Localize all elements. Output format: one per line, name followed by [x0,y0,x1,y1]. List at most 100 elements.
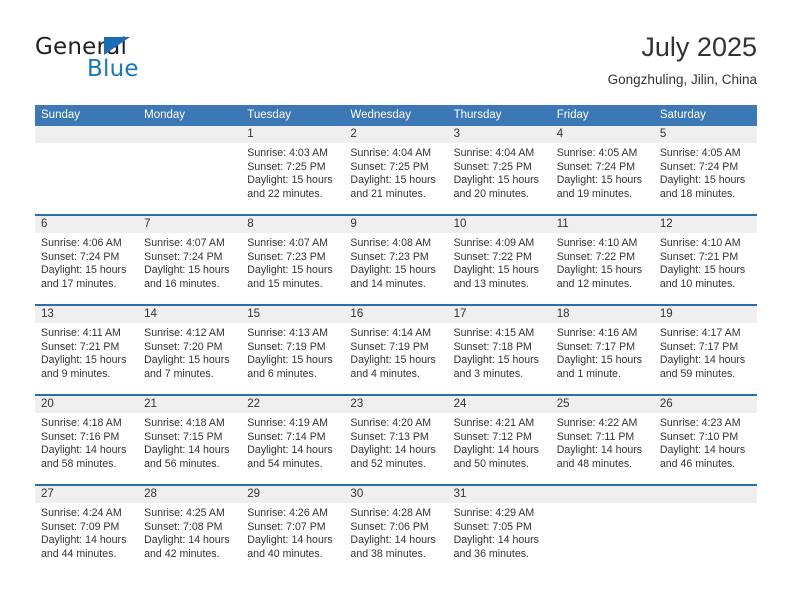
calendar-day-cell-8[interactable]: 8 Sunrise: 4:07 AM Sunset: 7:23 PM Dayli… [241,216,345,304]
calendar-day-cell-15[interactable]: 15 Sunrise: 4:13 AM Sunset: 7:19 PM Dayl… [241,306,345,394]
day-details: Sunrise: 4:15 AM Sunset: 7:18 PM Dayligh… [448,323,551,381]
daylight-text-line2: and 10 minutes. [659,277,736,290]
calendar-day-cell-31[interactable]: 31 Sunrise: 4:29 AM Sunset: 7:05 PM Dayl… [447,486,551,574]
weekday-header-tuesday: Tuesday [247,109,291,121]
day-details: Sunrise: 4:07 AM Sunset: 7:24 PM Dayligh… [138,233,241,291]
calendar-day-cell-3[interactable]: 3 Sunrise: 4:04 AM Sunset: 7:25 PM Dayli… [447,126,551,214]
daylight-text-line2: and 16 minutes. [144,277,220,290]
day-details: Sunrise: 4:29 AM Sunset: 7:05 PM Dayligh… [448,503,551,561]
calendar-day-cell-14[interactable]: 14 Sunrise: 4:12 AM Sunset: 7:20 PM Dayl… [138,306,242,394]
daylight-text-line2: and 52 minutes. [350,457,426,470]
sunrise-text: Sunrise: 4:06 AM [41,237,122,249]
calendar-day-cell-11[interactable]: 11 Sunrise: 4:10 AM Sunset: 7:22 PM Dayl… [550,216,654,304]
daylight-text-line2: and 15 minutes. [247,277,323,290]
day-number [550,486,654,503]
sunset-text: Sunset: 7:25 PM [350,160,429,173]
day-number: 28 [138,486,242,503]
calendar-week-row-3: 13 Sunrise: 4:11 AM Sunset: 7:21 PM Dayl… [35,304,757,394]
calendar-day-cell-20[interactable]: 20 Sunrise: 4:18 AM Sunset: 7:16 PM Dayl… [35,396,139,484]
day-details: Sunrise: 4:16 AM Sunset: 7:17 PM Dayligh… [551,323,654,381]
calendar-day-cell-6[interactable]: 6 Sunrise: 4:06 AM Sunset: 7:24 PM Dayli… [35,216,139,304]
sunset-text: Sunset: 7:24 PM [144,250,223,263]
calendar-day-cell-21[interactable]: 21 Sunrise: 4:18 AM Sunset: 7:15 PM Dayl… [138,396,242,484]
day-details: Sunrise: 4:05 AM Sunset: 7:24 PM Dayligh… [654,143,757,201]
calendar-week-row-1: 1 Sunrise: 4:03 AM Sunset: 7:25 PM Dayli… [35,126,757,214]
brand-triangle-icon [104,37,130,55]
calendar-week-row-4: 20 Sunrise: 4:18 AM Sunset: 7:16 PM Dayl… [35,394,757,484]
calendar-day-cell-17[interactable]: 17 Sunrise: 4:15 AM Sunset: 7:18 PM Dayl… [447,306,551,394]
sunrise-text: Sunrise: 4:18 AM [144,417,225,429]
calendar-day-cell-5[interactable]: 5 Sunrise: 4:05 AM Sunset: 7:24 PM Dayli… [653,126,757,214]
calendar-day-cell-13[interactable]: 13 Sunrise: 4:11 AM Sunset: 7:21 PM Dayl… [35,306,139,394]
daylight-text-line1: Daylight: 14 hours [41,534,127,547]
day-number: 2 [344,126,448,143]
calendar-day-cell-4[interactable]: 4 Sunrise: 4:05 AM Sunset: 7:24 PM Dayli… [550,126,654,214]
day-number: 8 [241,216,345,233]
daylight-text-line2: and 12 minutes. [556,277,633,290]
day-number: 19 [653,306,757,323]
weekday-header-wednesday: Wednesday [350,109,411,121]
day-details [654,503,757,507]
day-details: Sunrise: 4:17 AM Sunset: 7:17 PM Dayligh… [654,323,757,381]
day-number: 29 [241,486,345,503]
calendar-day-cell-19[interactable]: 19 Sunrise: 4:17 AM Sunset: 7:17 PM Dayl… [653,306,757,394]
daylight-text-line2: and 46 minutes. [659,457,736,470]
day-details: Sunrise: 4:04 AM Sunset: 7:25 PM Dayligh… [448,143,551,201]
daylight-text-line1: Daylight: 15 hours [659,264,746,277]
calendar-day-cell-29[interactable]: 29 Sunrise: 4:26 AM Sunset: 7:07 PM Dayl… [241,486,345,574]
sunset-text: Sunset: 7:16 PM [41,430,120,443]
sunrise-text: Sunrise: 4:05 AM [556,147,638,159]
daylight-text-line1: Daylight: 15 hours [556,264,643,277]
calendar-day-cell-26[interactable]: 26 Sunrise: 4:23 AM Sunset: 7:10 PM Dayl… [653,396,757,484]
calendar-day-cell-30[interactable]: 30 Sunrise: 4:28 AM Sunset: 7:06 PM Dayl… [344,486,448,574]
day-number: 24 [447,396,551,413]
sunset-text: Sunset: 7:22 PM [453,250,532,263]
sunset-text: Sunset: 7:19 PM [247,340,326,353]
calendar-day-cell-10[interactable]: 10 Sunrise: 4:09 AM Sunset: 7:22 PM Dayl… [447,216,551,304]
calendar-day-cell-12[interactable]: 12 Sunrise: 4:10 AM Sunset: 7:21 PM Dayl… [653,216,757,304]
day-number: 31 [447,486,551,503]
day-details [138,143,241,147]
calendar-day-cell-16[interactable]: 16 Sunrise: 4:14 AM Sunset: 7:19 PM Dayl… [344,306,448,394]
day-details: Sunrise: 4:03 AM Sunset: 7:25 PM Dayligh… [241,143,344,201]
calendar-day-cell-empty [550,486,654,574]
brand-logo[interactable]: General Blue [35,34,245,90]
day-details: Sunrise: 4:22 AM Sunset: 7:11 PM Dayligh… [551,413,654,471]
daylight-text-line1: Daylight: 14 hours [247,444,333,457]
daylight-text-line1: Daylight: 14 hours [350,444,436,457]
calendar-day-cell-1[interactable]: 1 Sunrise: 4:03 AM Sunset: 7:25 PM Dayli… [241,126,345,214]
sunset-text: Sunset: 7:18 PM [453,340,532,353]
calendar-day-cell-18[interactable]: 18 Sunrise: 4:16 AM Sunset: 7:17 PM Dayl… [550,306,654,394]
calendar-day-cell-2[interactable]: 2 Sunrise: 4:04 AM Sunset: 7:25 PM Dayli… [344,126,448,214]
sunrise-text: Sunrise: 4:16 AM [556,327,638,339]
calendar-day-cell-23[interactable]: 23 Sunrise: 4:20 AM Sunset: 7:13 PM Dayl… [344,396,448,484]
sunset-text: Sunset: 7:12 PM [453,430,532,443]
sunset-text: Sunset: 7:17 PM [659,340,739,353]
day-number: 14 [138,306,242,323]
sunset-text: Sunset: 7:23 PM [247,250,326,263]
weekday-header-sunday: Sunday [41,109,81,121]
sunrise-text: Sunrise: 4:03 AM [247,147,328,159]
calendar-day-cell-empty [138,126,242,214]
day-details: Sunrise: 4:10 AM Sunset: 7:22 PM Dayligh… [551,233,654,291]
daylight-text-line1: Daylight: 15 hours [41,264,127,277]
calendar-day-cell-7[interactable]: 7 Sunrise: 4:07 AM Sunset: 7:24 PM Dayli… [138,216,242,304]
daylight-text-line2: and 48 minutes. [556,457,633,470]
day-details: Sunrise: 4:11 AM Sunset: 7:21 PM Dayligh… [35,323,138,381]
day-number [653,486,757,503]
calendar-day-cell-27[interactable]: 27 Sunrise: 4:24 AM Sunset: 7:09 PM Dayl… [35,486,139,574]
sunrise-text: Sunrise: 4:13 AM [247,327,328,339]
day-details [35,143,138,147]
daylight-text-line2: and 40 minutes. [247,547,323,560]
calendar-day-cell-22[interactable]: 22 Sunrise: 4:19 AM Sunset: 7:14 PM Dayl… [241,396,345,484]
sunrise-text: Sunrise: 4:24 AM [41,507,122,519]
calendar-day-cell-24[interactable]: 24 Sunrise: 4:21 AM Sunset: 7:12 PM Dayl… [447,396,551,484]
calendar-day-cell-28[interactable]: 28 Sunrise: 4:25 AM Sunset: 7:08 PM Dayl… [138,486,242,574]
daylight-text-line1: Daylight: 15 hours [659,174,746,187]
day-details: Sunrise: 4:05 AM Sunset: 7:24 PM Dayligh… [551,143,654,201]
calendar-day-cell-9[interactable]: 9 Sunrise: 4:08 AM Sunset: 7:23 PM Dayli… [344,216,448,304]
day-details: Sunrise: 4:26 AM Sunset: 7:07 PM Dayligh… [241,503,344,561]
calendar-day-cell-25[interactable]: 25 Sunrise: 4:22 AM Sunset: 7:11 PM Dayl… [550,396,654,484]
daylight-text-line2: and 19 minutes. [556,187,633,200]
daylight-text-line2: and 17 minutes. [41,277,117,290]
